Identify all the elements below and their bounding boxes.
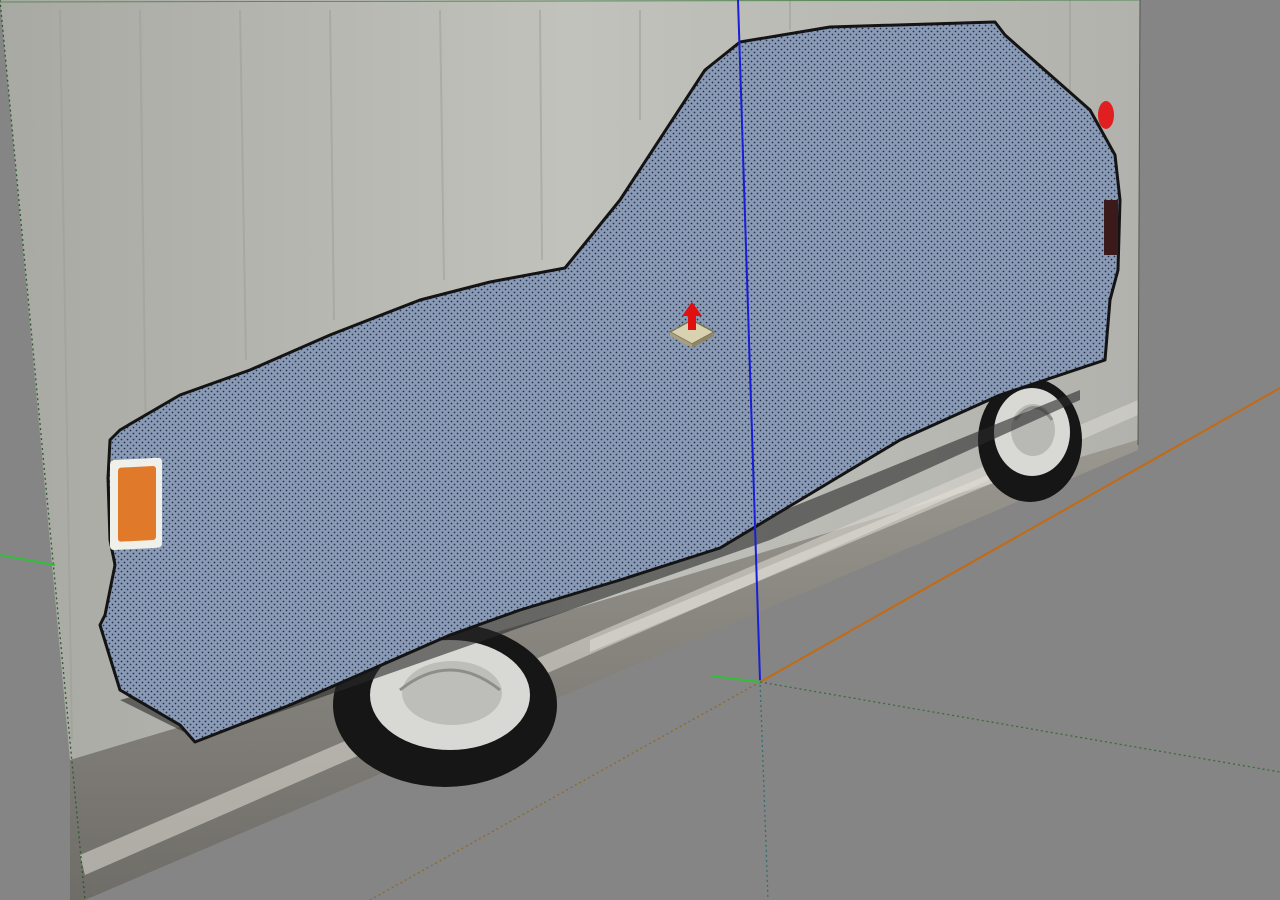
sketchup-3d-viewport[interactable]: [0, 0, 1280, 900]
green-axis-near-origin: [711, 675, 761, 683]
green-axis: [0, 554, 56, 566]
blue-axis-dashed: [759, 679, 769, 900]
front-light-red: [1098, 101, 1114, 129]
front-light-icon: [1104, 200, 1118, 255]
green-axis-dashed: [759, 681, 1280, 773]
model-scene[interactable]: [0, 0, 1280, 900]
taillight-icon: [110, 457, 162, 551]
